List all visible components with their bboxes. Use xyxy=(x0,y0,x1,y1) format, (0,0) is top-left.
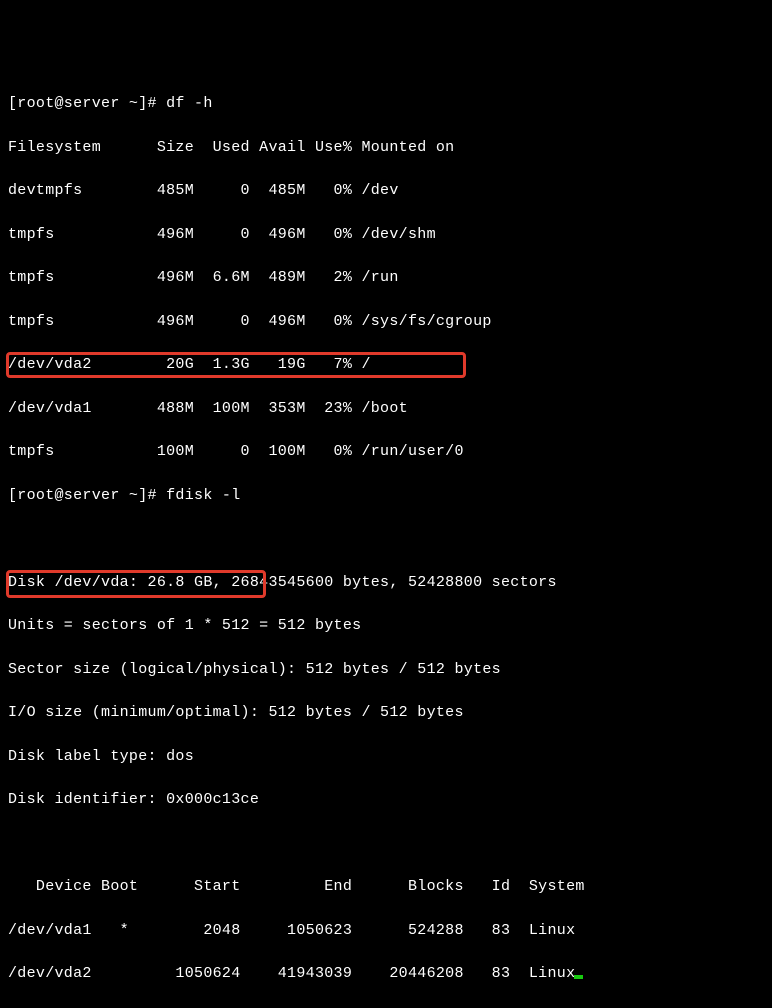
df-header: Filesystem Size Used Avail Use% Mounted … xyxy=(8,137,764,159)
df-row: tmpfs 496M 0 496M 0% /dev/shm xyxy=(8,224,764,246)
terminal-cursor xyxy=(574,975,583,979)
partition-row-text: /dev/vda2 1050624 41943039 20446208 83 L… xyxy=(8,965,575,982)
fdisk-labeltype: Disk label type: dos xyxy=(8,746,764,768)
df-row: tmpfs 496M 0 496M 0% /sys/fs/cgroup xyxy=(8,311,764,333)
blank-line xyxy=(8,833,764,855)
df-row-text: /dev/vda2 20G 1.3G 19G 7% / xyxy=(8,356,371,373)
fdisk-io: I/O size (minimum/optimal): 512 bytes / … xyxy=(8,702,764,724)
blank-line xyxy=(8,528,764,550)
fdisk-disk-line: Disk /dev/vda: 26.8 GB, 26843545600 byte… xyxy=(8,572,764,594)
fdisk-sector: Sector size (logical/physical): 512 byte… xyxy=(8,659,764,681)
prompt-fdisk: [root@server ~]# fdisk -l xyxy=(8,485,764,507)
df-row-highlighted: /dev/vda2 20G 1.3G 19G 7% / xyxy=(8,354,764,376)
fdisk-disk-text: Disk /dev/vda: 26.8 GB, 26843545600 byte… xyxy=(8,574,557,591)
partition-header: Device Boot Start End Blocks Id System xyxy=(8,876,764,898)
partition-row: /dev/vda1 * 2048 1050623 524288 83 Linux xyxy=(8,920,764,942)
df-row: tmpfs 496M 6.6M 489M 2% /run xyxy=(8,267,764,289)
df-row: /dev/vda1 488M 100M 353M 23% /boot xyxy=(8,398,764,420)
fdisk-identifier: Disk identifier: 0x000c13ce xyxy=(8,789,764,811)
df-row: tmpfs 100M 0 100M 0% /run/user/0 xyxy=(8,441,764,463)
prompt-df: [root@server ~]# df -h xyxy=(8,93,764,115)
partition-row: /dev/vda2 1050624 41943039 20446208 83 L… xyxy=(8,963,764,985)
df-row: devtmpfs 485M 0 485M 0% /dev xyxy=(8,180,764,202)
fdisk-units: Units = sectors of 1 * 512 = 512 bytes xyxy=(8,615,764,637)
